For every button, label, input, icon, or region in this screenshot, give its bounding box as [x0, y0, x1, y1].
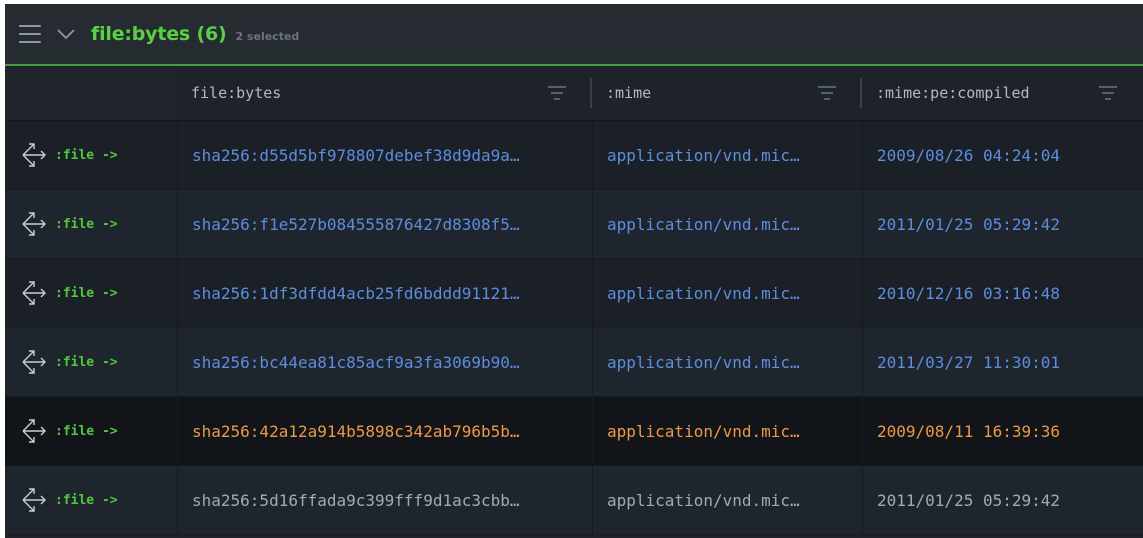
compiled-cell[interactable]: 2011/01/25 05:29:42 — [862, 190, 1143, 258]
sha256-value[interactable]: sha256:5d16ffada9c399fff9d1ac3cbb… — [192, 491, 520, 510]
filter-icon[interactable] — [1099, 86, 1117, 100]
file-bytes-cell[interactable]: sha256:bc44ea81c85acf9a3fa3069b90… — [177, 328, 592, 396]
pivot-cell[interactable]: :file -> — [5, 397, 177, 465]
pivot-label[interactable]: :file -> — [55, 217, 118, 232]
pivot-label[interactable]: :file -> — [55, 355, 118, 370]
pivot-arrows-icon[interactable] — [19, 347, 49, 377]
sha256-value[interactable]: sha256:1df3dfdd4acb25fd6bddd91121… — [192, 284, 520, 303]
mime-value[interactable]: application/vnd.mic… — [607, 215, 800, 234]
mime-cell[interactable]: application/vnd.mic… — [592, 328, 862, 396]
mime-value[interactable]: application/vnd.mic… — [607, 422, 800, 441]
mime-cell[interactable]: application/vnd.mic… — [592, 466, 862, 534]
pivot-cell[interactable]: :file -> — [5, 121, 177, 189]
panel-title: file:bytes (6) — [91, 23, 227, 45]
column-header-label: file:bytes — [191, 84, 282, 102]
pivot-label[interactable]: :file -> — [55, 148, 118, 163]
pivot-label[interactable]: :file -> — [55, 286, 118, 301]
compiled-cell[interactable]: 2009/08/11 16:39:36 — [862, 397, 1143, 465]
sha256-value[interactable]: sha256:f1e527b084555876427d8308f5… — [192, 215, 520, 234]
chevron-down-icon[interactable] — [55, 23, 77, 45]
sha256-value[interactable]: sha256:d55d5bf978807debef38d9da9a… — [192, 146, 520, 165]
compiled-cell[interactable]: 2010/12/16 03:16:48 — [862, 259, 1143, 327]
pivot-cell[interactable]: :file -> — [5, 190, 177, 258]
hamburger-icon[interactable] — [19, 25, 41, 43]
filter-icon[interactable] — [818, 86, 836, 100]
pivot-arrows-icon[interactable] — [19, 416, 49, 446]
column-header-file-bytes[interactable]: file:bytes — [177, 66, 592, 120]
sha256-value[interactable]: sha256:42a12a914b5898c342ab796b5b… — [192, 422, 520, 441]
mime-value[interactable]: application/vnd.mic… — [607, 284, 800, 303]
pivot-arrows-icon[interactable] — [19, 209, 49, 239]
compiled-cell[interactable]: 2011/03/27 11:30:01 — [862, 328, 1143, 396]
file-bytes-cell[interactable]: sha256:d55d5bf978807debef38d9da9a… — [177, 121, 592, 189]
pivot-cell[interactable]: :file -> — [5, 328, 177, 396]
file-bytes-cell[interactable]: sha256:1df3dfdd4acb25fd6bddd91121… — [177, 259, 592, 327]
file-bytes-cell[interactable]: sha256:f1e527b084555876427d8308f5… — [177, 190, 592, 258]
table-row[interactable]: :file -> sha256:1df3dfdd4acb25fd6bddd9112… — [5, 259, 1143, 328]
pivot-label[interactable]: :file -> — [55, 493, 118, 508]
compiled-value[interactable]: 2011/01/25 05:29:42 — [877, 491, 1060, 510]
compiled-cell[interactable]: 2011/01/25 05:29:42 — [862, 466, 1143, 534]
compiled-value[interactable]: 2011/01/25 05:29:42 — [877, 215, 1060, 234]
mime-cell[interactable]: application/vnd.mic… — [592, 259, 862, 327]
table-row[interactable]: :file -> sha256:f1e527b084555876427d8308f… — [5, 190, 1143, 259]
compiled-cell[interactable]: 2009/08/26 04:24:04 — [862, 121, 1143, 189]
column-header-mime-pe-compiled[interactable]: :mime:pe:compiled — [862, 66, 1143, 120]
mime-value[interactable]: application/vnd.mic… — [607, 146, 800, 165]
table-body: :file -> sha256:d55d5bf978807debef38d9da9… — [5, 121, 1143, 535]
mime-value[interactable]: application/vnd.mic… — [607, 491, 800, 510]
filter-icon[interactable] — [548, 86, 566, 100]
panel-header: file:bytes (6) 2 selected — [5, 4, 1143, 66]
pivot-arrows-icon[interactable] — [19, 278, 49, 308]
pivot-arrows-icon[interactable] — [19, 485, 49, 515]
table-row[interactable]: :file -> sha256:5d16ffada9c399fff9d1ac3cb… — [5, 466, 1143, 535]
compiled-value[interactable]: 2011/03/27 11:30:01 — [877, 353, 1060, 372]
table-row[interactable]: :file -> sha256:42a12a914b5898c342ab796b5… — [5, 397, 1143, 466]
table-row[interactable]: :file -> sha256:bc44ea81c85acf9a3fa3069b9… — [5, 328, 1143, 397]
column-header-mime[interactable]: :mime — [592, 66, 862, 120]
mime-cell[interactable]: application/vnd.mic… — [592, 397, 862, 465]
compiled-value[interactable]: 2009/08/26 04:24:04 — [877, 146, 1060, 165]
pivot-cell[interactable]: :file -> — [5, 259, 177, 327]
mime-cell[interactable]: application/vnd.mic… — [592, 190, 862, 258]
table-header: file:bytes :mime :mime:pe:compiled — [5, 66, 1143, 121]
pivot-arrows-icon[interactable] — [19, 140, 49, 170]
compiled-value[interactable]: 2010/12/16 03:16:48 — [877, 284, 1060, 303]
mime-cell[interactable]: application/vnd.mic… — [592, 121, 862, 189]
column-header-label: :mime — [606, 84, 652, 102]
column-header-pivot — [5, 66, 177, 120]
sha256-value[interactable]: sha256:bc44ea81c85acf9a3fa3069b90… — [192, 353, 520, 372]
mime-value[interactable]: application/vnd.mic… — [607, 353, 800, 372]
pivot-label[interactable]: :file -> — [55, 424, 118, 439]
table-row[interactable]: :file -> sha256:d55d5bf978807debef38d9da9… — [5, 121, 1143, 190]
results-panel: file:bytes (6) 2 selected file:bytes :mi… — [5, 4, 1143, 538]
file-bytes-cell[interactable]: sha256:5d16ffada9c399fff9d1ac3cbb… — [177, 466, 592, 534]
pivot-cell[interactable]: :file -> — [5, 466, 177, 534]
file-bytes-cell[interactable]: sha256:42a12a914b5898c342ab796b5b… — [177, 397, 592, 465]
selected-count: 2 selected — [235, 29, 300, 43]
column-header-label: :mime:pe:compiled — [876, 84, 1030, 102]
compiled-value[interactable]: 2009/08/11 16:39:36 — [877, 422, 1060, 441]
